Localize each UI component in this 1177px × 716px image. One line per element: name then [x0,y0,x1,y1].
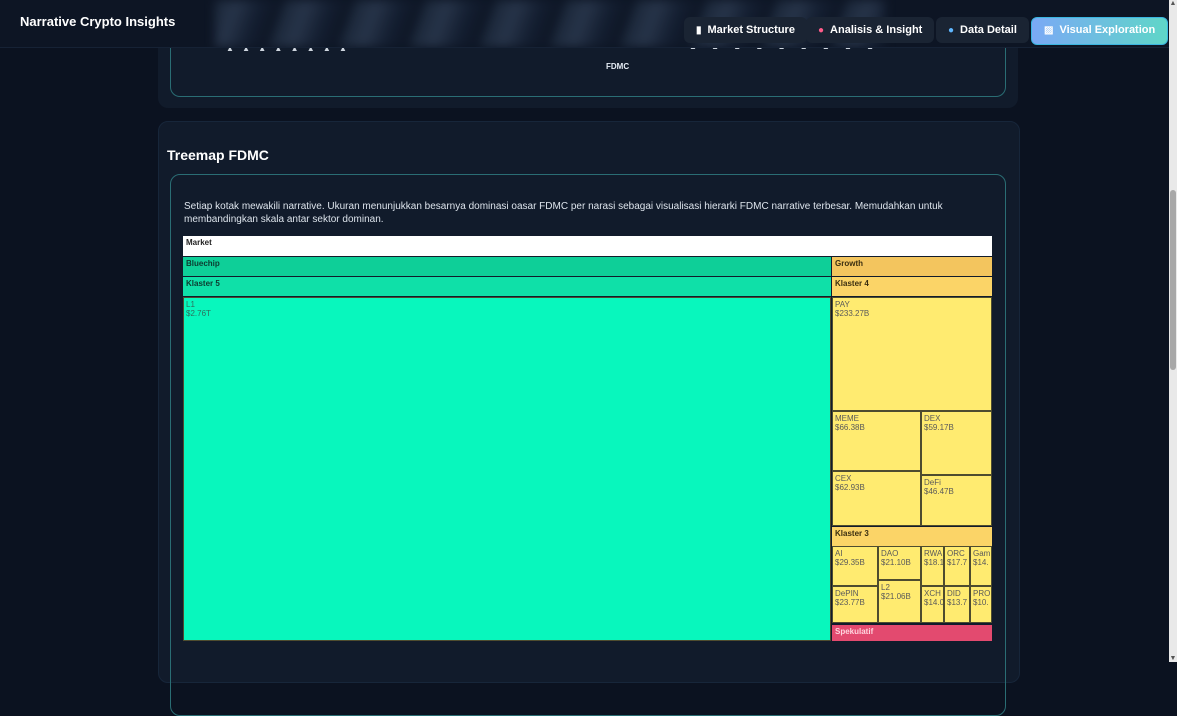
scroll-down-icon[interactable]: ▼ [1169,655,1177,662]
treemap-tile-gam[interactable]: Gam $14. [970,546,992,586]
chart-icon: ▨ [1044,25,1054,36]
treemap-cluster-klaster-3[interactable]: Klaster 3 [832,527,992,546]
treemap-tile-orc[interactable]: ORC $17.7 [944,546,970,586]
scrollbar-thumb[interactable] [1170,190,1176,370]
nav-label: Visual Exploration [1059,24,1156,36]
treemap-tile-dao[interactable]: DAO $21.10B [878,546,921,580]
treemap-tile-meme[interactable]: MEME $66.38B [832,411,921,471]
treemap-tile-pro[interactable]: PRO $10. [970,586,992,623]
treemap-tile-defi[interactable]: DeFi $46.47B [921,475,992,526]
nav-label: Analisis & Insight [830,24,923,36]
treemap-tile-rwa[interactable]: RWA $18.1 [921,546,944,586]
nav-visual-exploration-button[interactable]: ▨ Visual Exploration [1031,17,1169,45]
treemap-group-growth[interactable]: Growth [832,257,992,276]
treemap-tile-depin[interactable]: DePIN $23.77B [832,586,878,623]
magnifier-icon: ● [948,25,955,36]
treemap-description: Setiap kotak mewakili narrative. Ukuran … [184,201,943,225]
treemap-group-spekulatif[interactable]: Spekulatif [832,625,992,641]
treemap-tile-ai[interactable]: AI $29.35B [832,546,878,586]
nav-market-structure-button[interactable]: ▮ Market Structure [684,17,807,43]
treemap-group-bluechip[interactable]: Bluechip [183,257,831,276]
bar-chart-icon: ▮ [696,25,702,36]
scroll-up-icon[interactable]: ▲ [1169,0,1177,7]
previous-chart-axis-label: FDMC [606,62,630,71]
nav-analisis-insight-button[interactable]: ● Analisis & Insight [806,17,935,43]
treemap-tile-dex[interactable]: DEX $59.17B [921,411,992,475]
treemap-tile-cex[interactable]: CEX $62.93B [832,471,921,526]
treemap-cluster-klaster-4[interactable]: Klaster 4 [832,277,992,296]
treemap-tile-did[interactable]: DID $13.7 [944,586,970,623]
pie-icon: ● [818,25,825,36]
section-title: Treemap FDMC [167,147,269,163]
app-brand[interactable]: Narrative Crypto Insights [20,14,175,29]
nav-label: Market Structure [707,24,795,36]
treemap-tile-l1[interactable]: L1 $2.76T [183,297,831,641]
treemap-cluster-klaster-5[interactable]: Klaster 5 [183,277,831,296]
nav-label: Data Detail [960,24,1017,36]
page-scrollbar[interactable]: ▲ ▼ [1169,0,1177,662]
top-navbar: Narrative Crypto Insights ▮ Market Struct… [0,0,1169,48]
nav-data-detail-button[interactable]: ● Data Detail [936,17,1029,43]
treemap-tile-pay[interactable]: PAY $233.27B [832,297,992,411]
treemap-root-market[interactable]: Market [183,236,992,256]
treemap-tile-xch[interactable]: XCH $14.0 [921,586,944,623]
treemap-chart[interactable]: Market Bluechip Klaster 5 L1 $2.76T Growth Kla… [183,236,992,641]
treemap-tile-l2[interactable]: L2 $21.06B [878,580,921,623]
